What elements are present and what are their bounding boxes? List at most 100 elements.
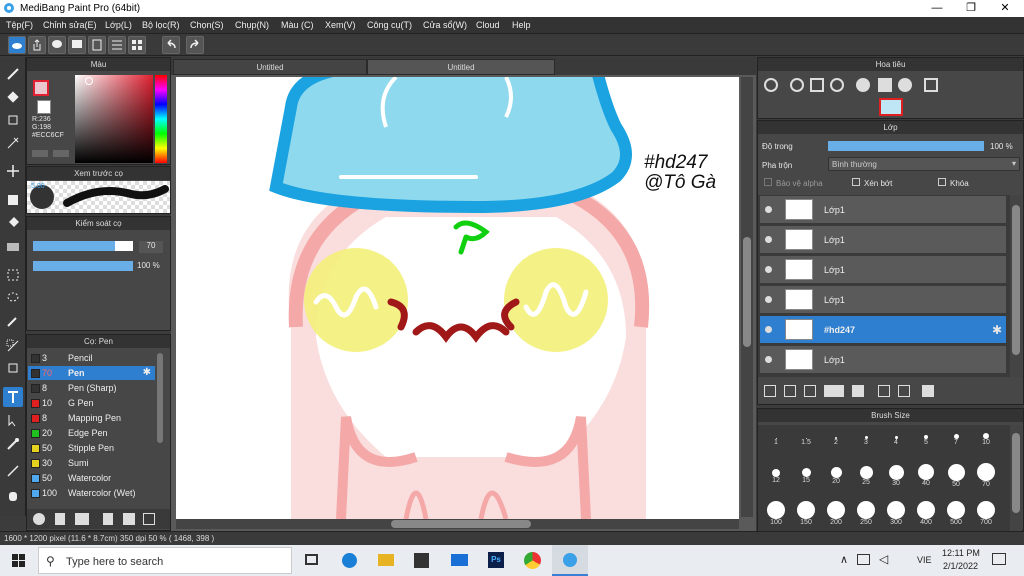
file-explorer-icon[interactable] <box>378 554 394 566</box>
layer-row[interactable]: Lớp1 <box>760 196 1006 224</box>
menu-capture[interactable]: Chụp(N) <box>235 20 269 30</box>
layer-scrollbar[interactable] <box>1010 195 1022 377</box>
hand-tool-icon[interactable] <box>3 485 23 505</box>
size-option[interactable]: 70 <box>971 463 1001 488</box>
eye-icon[interactable] <box>765 356 772 363</box>
brush-item[interactable]: 50 Watercolor <box>28 471 155 485</box>
network-icon[interactable] <box>857 554 870 565</box>
minimize-button[interactable]: — <box>920 0 954 17</box>
brush-item[interactable]: 3 Pencil <box>28 351 155 365</box>
folder-icon[interactable] <box>123 513 135 525</box>
size-option[interactable]: 200 <box>821 501 851 526</box>
size-option[interactable]: 3 <box>851 428 881 446</box>
magic-wand-icon[interactable] <box>3 311 23 331</box>
chat-icon[interactable] <box>68 36 86 54</box>
eye-icon[interactable] <box>765 326 772 333</box>
new-brush-icon[interactable] <box>55 513 65 525</box>
size-option[interactable]: 7 <box>941 428 971 446</box>
size-option[interactable]: 10 <box>971 428 1001 446</box>
saturation-value-picker[interactable] <box>75 75 153 163</box>
grid-icon[interactable] <box>128 36 146 54</box>
eraser-tool-icon[interactable] <box>3 87 23 107</box>
menu-view[interactable]: Xem(V) <box>325 20 356 30</box>
flip-icon[interactable] <box>878 78 892 92</box>
mail-icon[interactable] <box>451 554 468 566</box>
brush-item[interactable]: 8 Pen (Sharp) <box>28 381 155 395</box>
eye-icon[interactable] <box>765 296 772 303</box>
taskbar-search-box[interactable]: ⚲ Type here to search <box>38 547 292 574</box>
brush-item[interactable]: 8 Mapping Pen <box>28 411 155 425</box>
windows-start-icon[interactable] <box>12 554 25 567</box>
menu-window[interactable]: Cửa sổ(W) <box>423 20 467 30</box>
size-option[interactable]: 1 <box>761 428 791 446</box>
share-icon[interactable] <box>28 36 46 54</box>
eye-icon[interactable] <box>765 266 772 273</box>
menu-filter[interactable]: Bộ lọc(R) <box>142 20 180 30</box>
maximize-button[interactable]: ❐ <box>954 0 988 17</box>
layer-row[interactable]: Lớp1 <box>760 256 1006 284</box>
size-option[interactable]: 30 <box>881 463 911 487</box>
select-eraser-icon[interactable] <box>3 358 23 378</box>
undo-icon[interactable] <box>162 36 180 54</box>
brush-item[interactable]: 50 Stipple Pen <box>28 441 155 455</box>
language-indicator[interactable]: VIE <box>917 555 932 565</box>
rotate-left-icon[interactable] <box>856 78 870 92</box>
protect-alpha-checkbox[interactable] <box>764 178 772 186</box>
add-color-button[interactable] <box>32 150 48 157</box>
size-option[interactable]: 2 <box>821 428 851 446</box>
medibang-taskbar-button[interactable] <box>552 545 588 576</box>
pen-tool-icon[interactable] <box>3 133 23 153</box>
dot-tool-icon[interactable] <box>3 110 23 130</box>
brush-list-scrollbar[interactable] <box>157 353 163 443</box>
fit-icon[interactable] <box>810 78 824 92</box>
brush-item[interactable]: 30 Sumi <box>28 456 155 470</box>
layer-menu-icon[interactable] <box>824 385 844 397</box>
move-tool-icon[interactable] <box>3 161 23 181</box>
lasso-tool-icon[interactable] <box>3 288 23 308</box>
menu-cloud[interactable]: Cloud <box>476 20 500 30</box>
brush-menu-icon[interactable] <box>75 513 89 525</box>
drawing-canvas[interactable]: #hd247 @Tô Gà <box>176 77 739 519</box>
operation-tool-icon[interactable] <box>3 410 23 430</box>
duplicate-layer-icon[interactable] <box>878 385 890 397</box>
blend-mode-select[interactable]: Bình thường ▾ <box>828 157 1020 171</box>
size-option[interactable]: 5 <box>911 428 941 446</box>
add-brush-icon[interactable] <box>33 513 45 525</box>
eyedropper-icon[interactable] <box>3 434 23 454</box>
rotate-right-icon[interactable] <box>898 78 912 92</box>
brush-item[interactable]: 100 Watercolor (Wet) <box>28 486 155 500</box>
eye-icon[interactable] <box>765 236 772 243</box>
brush-settings-icon[interactable] <box>103 513 113 525</box>
store-icon[interactable] <box>414 553 429 568</box>
document-icon[interactable] <box>88 36 106 54</box>
size-option[interactable]: 25 <box>851 463 881 486</box>
merge-layer-icon[interactable] <box>898 385 910 397</box>
text-tool-icon[interactable] <box>3 387 23 407</box>
size-option[interactable]: 15 <box>791 463 821 484</box>
brush-size-scrollbar[interactable] <box>1010 425 1022 531</box>
size-option[interactable]: 100 <box>761 501 791 526</box>
menu-file[interactable]: Tệp(F) <box>6 20 33 30</box>
volume-icon[interactable]: ◁ <box>879 552 888 566</box>
size-option[interactable]: 700 <box>971 501 1001 526</box>
trash-icon[interactable] <box>922 385 934 397</box>
clock-date[interactable]: 2/1/2022 <box>943 561 978 571</box>
size-option[interactable]: 500 <box>941 501 971 526</box>
size-option[interactable]: 400 <box>911 501 941 526</box>
close-button[interactable]: ✕ <box>988 0 1022 17</box>
new-layer-icon[interactable] <box>764 385 776 397</box>
zoom-out-icon[interactable] <box>764 78 778 92</box>
zoom-in-icon[interactable] <box>790 78 804 92</box>
clock-time[interactable]: 12:11 PM <box>942 548 980 558</box>
list-icon[interactable] <box>108 36 126 54</box>
remove-color-button[interactable] <box>53 150 69 157</box>
zoom-tool-icon[interactable] <box>3 461 23 481</box>
menu-layer[interactable]: Lớp(L) <box>105 20 132 30</box>
photoshop-icon[interactable]: Ps <box>488 552 504 568</box>
brush-opacity-slider[interactable] <box>33 261 133 271</box>
mirror-icon[interactable] <box>924 78 938 92</box>
menu-help[interactable]: Help <box>512 20 531 30</box>
comment-icon[interactable] <box>48 36 66 54</box>
lock-checkbox[interactable] <box>938 178 946 186</box>
task-view-icon[interactable] <box>305 554 318 565</box>
